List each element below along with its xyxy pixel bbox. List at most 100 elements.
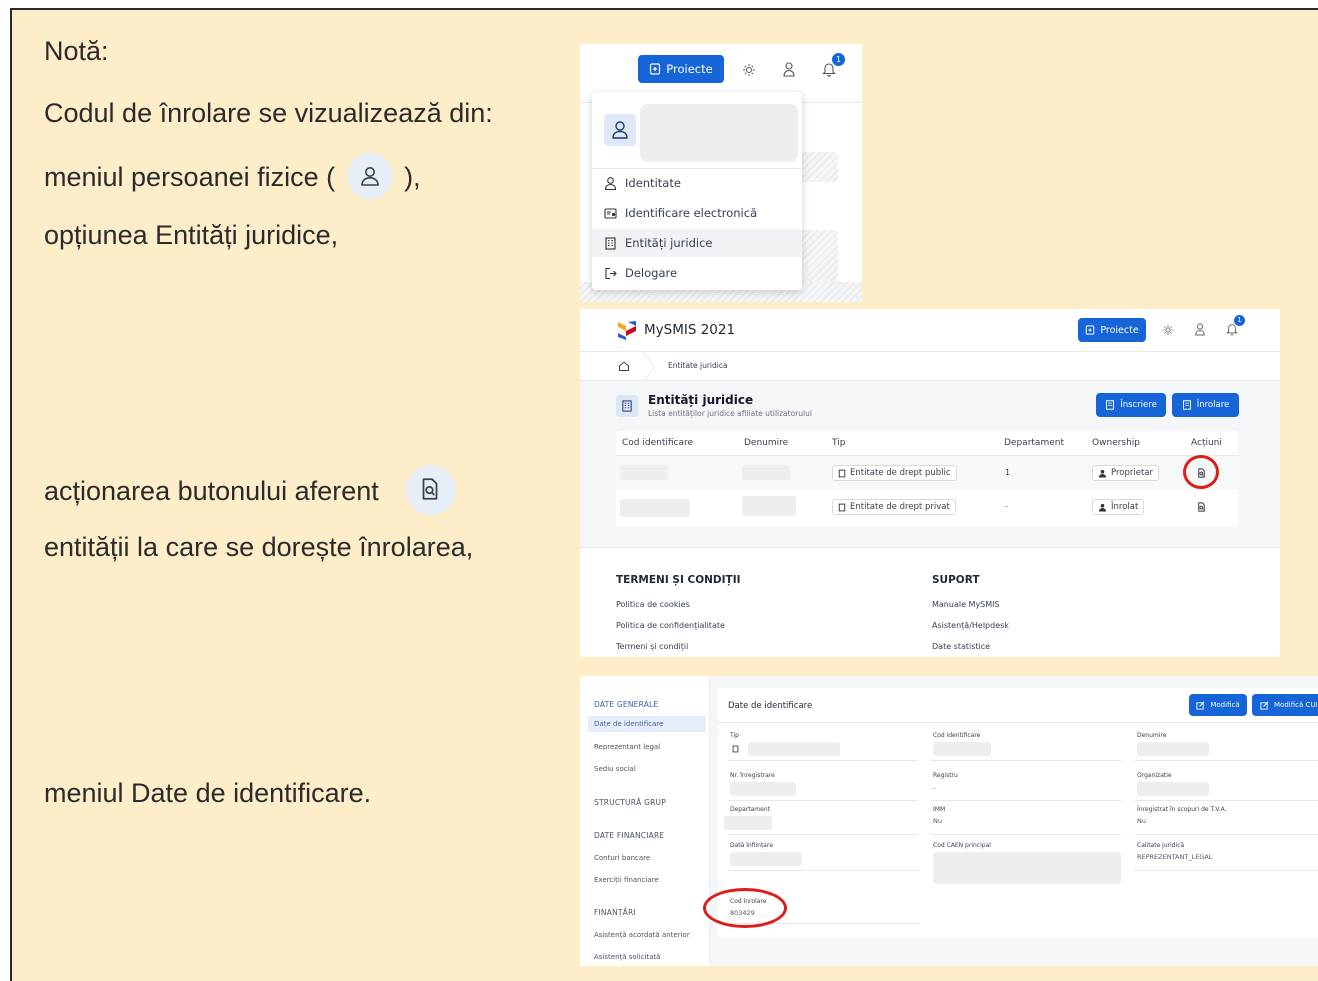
person-icon[interactable] — [782, 61, 796, 77]
person-icon[interactable] — [1194, 322, 1206, 336]
menu-item-label: Identificare electronică — [625, 206, 758, 220]
footer-link[interactable]: Date statistice — [932, 642, 990, 651]
note-line-2-suffix: ), — [404, 162, 421, 193]
redacted-cell — [620, 499, 690, 517]
note-line-3: opțiunea Entități juridice, — [44, 220, 339, 250]
footer-link[interactable]: Politica de confidențialitate — [616, 621, 725, 630]
redacted-value — [1137, 782, 1209, 796]
field-value-imm: Nu — [933, 817, 942, 825]
field-label-organizatie: Organizatie — [1137, 772, 1172, 779]
field-label-nr-inregistrare: Nr. înregistrare — [730, 772, 775, 779]
menu-divider — [592, 168, 802, 169]
edit-icon — [1260, 701, 1269, 710]
sidebar-item-date-identificare[interactable]: Date de identificare — [594, 720, 663, 728]
field-underline — [931, 834, 1121, 835]
menu-item-label: Delogare — [625, 266, 678, 280]
sidebar: DATE GENERALE Date de identificare Repre… — [580, 676, 710, 966]
footer-link[interactable]: Termeni și condiții — [616, 642, 688, 651]
redacted-value — [933, 742, 991, 756]
modify-cui-button[interactable]: Modifică CUI — [1252, 694, 1318, 716]
sidebar-item-sediu-social[interactable]: Sediu social — [594, 765, 636, 773]
note-line-4: acționarea butonului aferent — [44, 465, 460, 518]
avatar — [604, 114, 636, 146]
redacted-value — [933, 852, 1121, 884]
register-button[interactable]: Înscriere — [1096, 393, 1166, 417]
user-dropdown: Identitate Identificare electronică Enti… — [592, 92, 802, 290]
redacted-value — [730, 852, 802, 866]
app-logo — [616, 319, 638, 341]
sidebar-item-asistenta-anterioara[interactable]: Asistență acordată anterior — [594, 931, 690, 939]
main-area: Date de identificare Modifică Modifică C… — [703, 676, 1318, 966]
sidebar-item-conturi-bancare[interactable]: Conturi bancare — [594, 854, 650, 862]
enroll-button-label: Înrolare — [1196, 400, 1230, 410]
field-underline — [1135, 760, 1318, 761]
document-search-icon — [422, 478, 438, 500]
enroll-button[interactable]: Înrolare — [1172, 393, 1239, 417]
panel-divider — [718, 722, 1318, 723]
sidebar-section-group[interactable]: STRUCTURĂ GRUP — [594, 798, 666, 807]
menu-item-identificare-electronica[interactable]: Identificare electronică — [604, 206, 757, 220]
app-title: MySMIS 2021 — [644, 322, 736, 338]
building-icon — [732, 745, 739, 753]
enroll-button-illustration — [406, 465, 457, 515]
note-line-2-prefix: meniul persoanei fizice ( — [44, 162, 336, 193]
field-underline — [931, 800, 1121, 801]
column-header[interactable]: Ownership — [1092, 438, 1140, 448]
redacted-cell — [620, 465, 668, 480]
menu-item-entitati-juridice[interactable]: Entități juridice — [604, 236, 712, 250]
screenshot-entities-list: MySMIS 2021 Proiecte 1 Entitate juridica… — [580, 309, 1280, 657]
field-value-calitate-juridica: REPREZENTANT_LEGAL — [1137, 853, 1213, 861]
redacted-value — [730, 782, 796, 796]
type-badge: Entitate de drept public — [832, 465, 957, 481]
column-header[interactable]: Acțiuni — [1191, 438, 1222, 448]
column-header[interactable]: Cod identificare — [622, 438, 693, 448]
field-label-calitate-juridica: Calitate juridică — [1137, 842, 1185, 849]
redacted-value — [1137, 742, 1209, 756]
building-icon — [1182, 400, 1191, 410]
sidebar-item-reprezentant-legal[interactable]: Reprezentant legal — [594, 743, 660, 751]
mysmis-logo-icon — [618, 321, 636, 340]
footer-terms-title: TERMENI ȘI CONDIȚII — [616, 574, 741, 586]
footer: TERMENI ȘI CONDIȚII Politica de cookies … — [580, 547, 1280, 657]
footer-link[interactable]: Asistență/Helpdesk — [932, 621, 1009, 630]
note-line-2: meniul persoanei fizice ( ), — [44, 153, 421, 202]
breadcrumb-chevron — [642, 352, 656, 382]
slide: Notă: Codul de înrolare se vizualizează … — [10, 8, 1318, 981]
column-header[interactable]: Denumire — [744, 438, 788, 448]
field-label-caen: Cod CAEN principal — [933, 842, 991, 849]
sun-icon[interactable] — [742, 63, 756, 77]
field-label-registru: Registru — [933, 772, 958, 779]
redacted-cell — [742, 496, 796, 516]
sidebar-item-exercitii-financiare[interactable]: Exerciții financiare — [594, 876, 659, 884]
document-search-icon[interactable] — [1196, 467, 1207, 479]
column-header[interactable]: Tip — [832, 438, 845, 448]
field-underline — [1135, 870, 1318, 871]
footer-link[interactable]: Politica de cookies — [616, 600, 690, 609]
footer-link[interactable]: Manuale MySMIS — [932, 600, 1000, 609]
field-underline — [728, 834, 918, 835]
menu-item-identitate[interactable]: Identitate — [604, 176, 681, 190]
page-title-icon-box — [616, 395, 638, 417]
edit-icon — [1196, 701, 1205, 710]
field-label-tip: Tip — [730, 732, 739, 739]
menu-item-delogare[interactable]: Delogare — [604, 266, 677, 280]
field-underline — [931, 760, 1121, 761]
projects-button[interactable]: Proiecte — [1078, 318, 1146, 342]
column-header[interactable]: Departament — [1004, 438, 1064, 448]
ownership-label: Înrolat — [1111, 502, 1139, 512]
building-icon — [1106, 400, 1115, 410]
projects-button[interactable]: Proiecte — [638, 55, 724, 83]
breadcrumb[interactable]: Entitate juridica — [668, 361, 728, 370]
screenshot-identification-data: DATE GENERALE Date de identificare Repre… — [580, 676, 1318, 966]
table-row: Entitate de drept privat - Înrolat — [616, 490, 1238, 524]
field-label-tva: Înregistrat în scopuri de T.V.A. — [1137, 806, 1227, 813]
modify-button[interactable]: Modifică — [1189, 694, 1247, 716]
document-search-icon[interactable] — [1196, 501, 1207, 513]
sidebar-item-asistenta-solicitata[interactable]: Asistență solicitată — [594, 953, 660, 961]
home-icon[interactable] — [618, 360, 630, 372]
field-value-registru: - — [933, 784, 936, 792]
department-value: 1 — [1005, 468, 1011, 477]
sun-icon[interactable] — [1162, 324, 1174, 336]
people-icon — [1098, 469, 1107, 478]
projects-button-label: Proiecte — [1100, 324, 1139, 336]
